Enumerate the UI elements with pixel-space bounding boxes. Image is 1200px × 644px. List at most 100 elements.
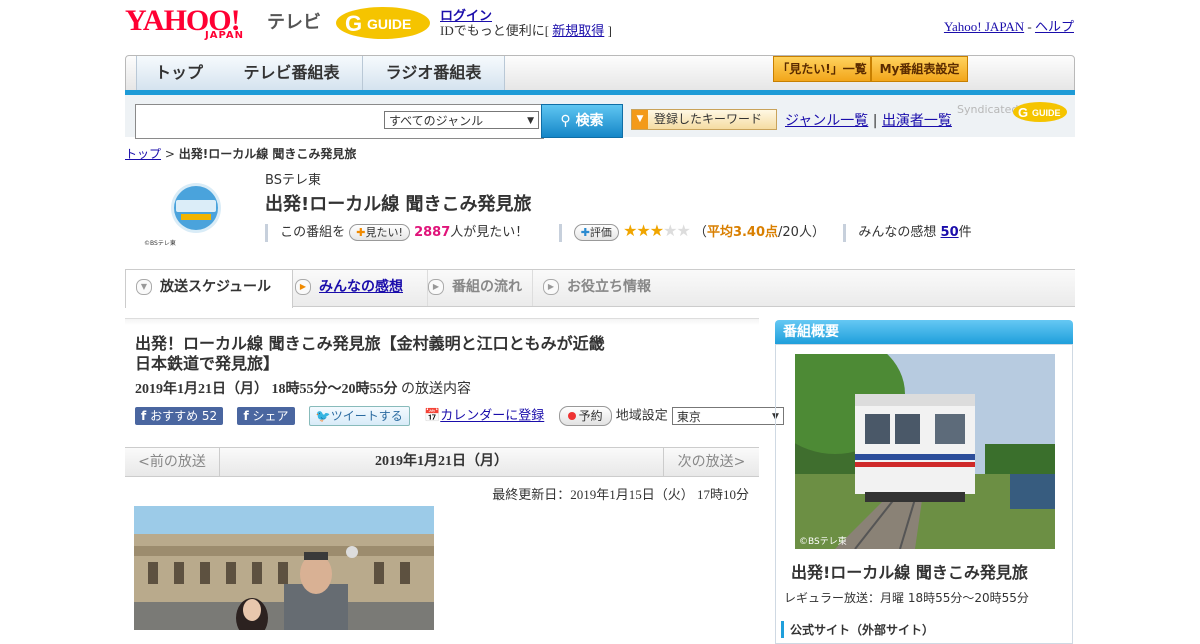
facebook-icon: f (141, 409, 147, 423)
program-title: 出発!ローカル線 聞きこみ発見旅 (265, 194, 532, 215)
tweet-label: ツイートする (330, 409, 403, 423)
rating-stars: ★★★★★ (623, 221, 691, 240)
region-select[interactable]: 東京 ▼ (671, 407, 784, 425)
play-icon: ▶ (295, 279, 311, 295)
header-sep: - (1027, 19, 1032, 34)
program-tabs: ▼ 放送スケジュール ▶ みんなの感想 ▶ 番組の流れ ▶ お役立ち情報 (125, 269, 1075, 308)
genre-list-link[interactable]: ジャンル一覧 (785, 113, 868, 129)
breadcrumb-sep: > (164, 147, 175, 161)
search-button[interactable]: ⚲ 検索 (541, 104, 623, 138)
fb-recommend-button[interactable]: f おすすめ 52 (135, 407, 224, 425)
reserve-button[interactable]: 予約 (558, 406, 612, 426)
signup-link[interactable]: 新規取得 (552, 23, 604, 38)
breadcrumb-current: 出発!ローカル線 聞きこみ発見旅 (178, 147, 357, 161)
program-stats: この番組を ✚見たい! 2887人が見たい！ ✚評価 ★★★★★ （平均3.40… (265, 221, 972, 242)
nav-tab-radio-schedule[interactable]: ラジオ番組表 (363, 56, 505, 90)
last-updated: 最終更新日：2019年1月15日（火） 17時10分 (492, 487, 749, 502)
tweet-button[interactable]: 🐦ツイートする (308, 406, 410, 426)
facebook-icon: f (243, 409, 249, 423)
sidebar-photo-caption: ©BSテレ東 (799, 535, 847, 547)
gguide-small-logo: G GUIDE (1013, 102, 1067, 122)
reserve-label: 予約 (578, 409, 603, 423)
average-score: 平均3.40点 (706, 225, 779, 240)
episode-datetime: 2019年1月21日（月） 18時55分～20時55分 の放送内容 (135, 378, 471, 398)
fb-share-button[interactable]: f シェア (237, 407, 295, 425)
chevron-down-icon: ▼ (632, 110, 648, 129)
comments-count-link[interactable]: 50 (941, 225, 959, 240)
twitter-icon: 🐦 (315, 409, 331, 423)
calendar-icon: 📅 (424, 408, 441, 424)
registered-keyword-button[interactable]: ▼ 登録したキーワード (631, 109, 777, 130)
rate-button-label: 評価 (589, 226, 612, 239)
tab-comments-label[interactable]: みんなの感想 (319, 279, 403, 295)
star-icon: ★ (636, 221, 650, 240)
main-nav: トップ テレビ番組表 ラジオ番組表 「見たい!」一覧 My番組表設定 (125, 55, 1075, 91)
avg-open: （ (693, 225, 707, 240)
genre-select[interactable]: すべてのジャンル ▼ (384, 111, 539, 129)
fb-share-label: シェア (252, 409, 289, 423)
comments-label: みんなの感想 (858, 225, 937, 240)
want-button[interactable]: ✚見たい! (349, 224, 410, 241)
tab-info[interactable]: ▶ お役立ち情報 (532, 270, 673, 306)
plus-icon: ✚ (580, 226, 590, 239)
want-suffix: 人が見たい！ (450, 225, 529, 240)
svg-text:G: G (345, 11, 362, 36)
svg-text:GUIDE: GUIDE (1032, 108, 1061, 118)
search-links: ジャンル一覧 | 出演者一覧 (785, 110, 952, 130)
syndicated-label: Syndicated (957, 103, 1019, 116)
sidebar-program-title: 出発!ローカル線 聞きこみ発見旅 (791, 563, 1028, 582)
tab-flow-label: 番組の流れ (452, 279, 522, 295)
service-name: テレビ (267, 12, 321, 33)
episode-content-label: の放送内容 (401, 382, 471, 397)
sidebar-heading: 番組概要 (775, 320, 1073, 344)
broadcast-navigation: <前の放送 2019年1月21日（月） 次の放送> (125, 447, 759, 477)
search-icon: ⚲ (560, 113, 571, 129)
header-links: Yahoo! JAPAN - ヘルプ (944, 16, 1074, 35)
comments-unit: 件 (958, 225, 972, 240)
prev-broadcast-link[interactable]: <前の放送 (125, 448, 220, 476)
divider (265, 223, 268, 242)
chevron-down-icon: ▼ (136, 279, 152, 295)
rate-button[interactable]: ✚評価 (573, 224, 619, 241)
login-desc: IDでもっと便利に[ 新規取得 ] (440, 20, 612, 39)
plus-icon: ✚ (356, 226, 366, 239)
next-broadcast-link[interactable]: 次の放送> (663, 448, 759, 476)
play-icon: ▶ (543, 279, 559, 295)
search-button-label: 検索 (575, 113, 604, 129)
yahoo-japan-sub: JAPAN (205, 30, 244, 41)
nav-tab-top[interactable]: トップ (136, 56, 222, 90)
nav-tab-tv-schedule[interactable]: テレビ番組表 (221, 56, 363, 90)
episode-date: 2019年1月21日（月） (135, 382, 268, 397)
my-schedule-button[interactable]: My番組表設定 (871, 56, 968, 82)
breadcrumb-top[interactable]: トップ (125, 147, 161, 161)
cast-list-link[interactable]: 出演者一覧 (882, 113, 952, 129)
tab-schedule-label: 放送スケジュール (160, 279, 272, 295)
yahoo-japan-link[interactable]: Yahoo! JAPAN (944, 19, 1024, 34)
sidebar-regular-broadcast: レギュラー放送：月曜 18時55分～20時55分 (784, 591, 1029, 605)
want-list-button[interactable]: 「見たい!」一覧 (773, 56, 871, 82)
login-desc-text: IDでもっと便利に[ (440, 23, 550, 38)
star-icon: ★ (623, 221, 637, 240)
divider (558, 223, 562, 242)
program-overview-photo: ©BSテレ東 (795, 354, 1055, 549)
share-row: f おすすめ 52 f シェア 🐦ツイートする 📅カレンダーに登録 予約 地域設… (135, 406, 784, 426)
gguide-logo: G GUIDE (336, 7, 430, 39)
divider (843, 223, 847, 242)
calendar-link[interactable]: カレンダーに登録 (440, 409, 544, 424)
episode-title: 出発！ローカル線 聞きこみ発見旅【金村義明と江口ともみが近畿日本鉄道で発見旅】 (135, 334, 605, 373)
channel-name: BSテレ東 (265, 173, 321, 188)
episode-photo (134, 506, 434, 630)
star-icon: ★ (649, 221, 664, 240)
tab-flow[interactable]: ▶ 番組の流れ (427, 270, 532, 306)
want-count: 2887 (414, 225, 451, 240)
current-broadcast-date: 2019年1月21日（月） (375, 454, 508, 469)
tab-comments[interactable]: ▶ みんなの感想 (295, 270, 425, 306)
tab-schedule[interactable]: ▼ 放送スケジュール (125, 270, 293, 308)
help-link[interactable]: ヘルプ (1035, 19, 1074, 34)
chevron-down-icon: ▼ (527, 116, 534, 126)
svg-text:GUIDE: GUIDE (367, 16, 411, 32)
fb-recommend-label: おすすめ (150, 409, 199, 423)
star-empty-icon: ★ (676, 221, 690, 240)
login-desc-close: ] (607, 23, 612, 38)
average-count: /20人） (778, 225, 825, 240)
